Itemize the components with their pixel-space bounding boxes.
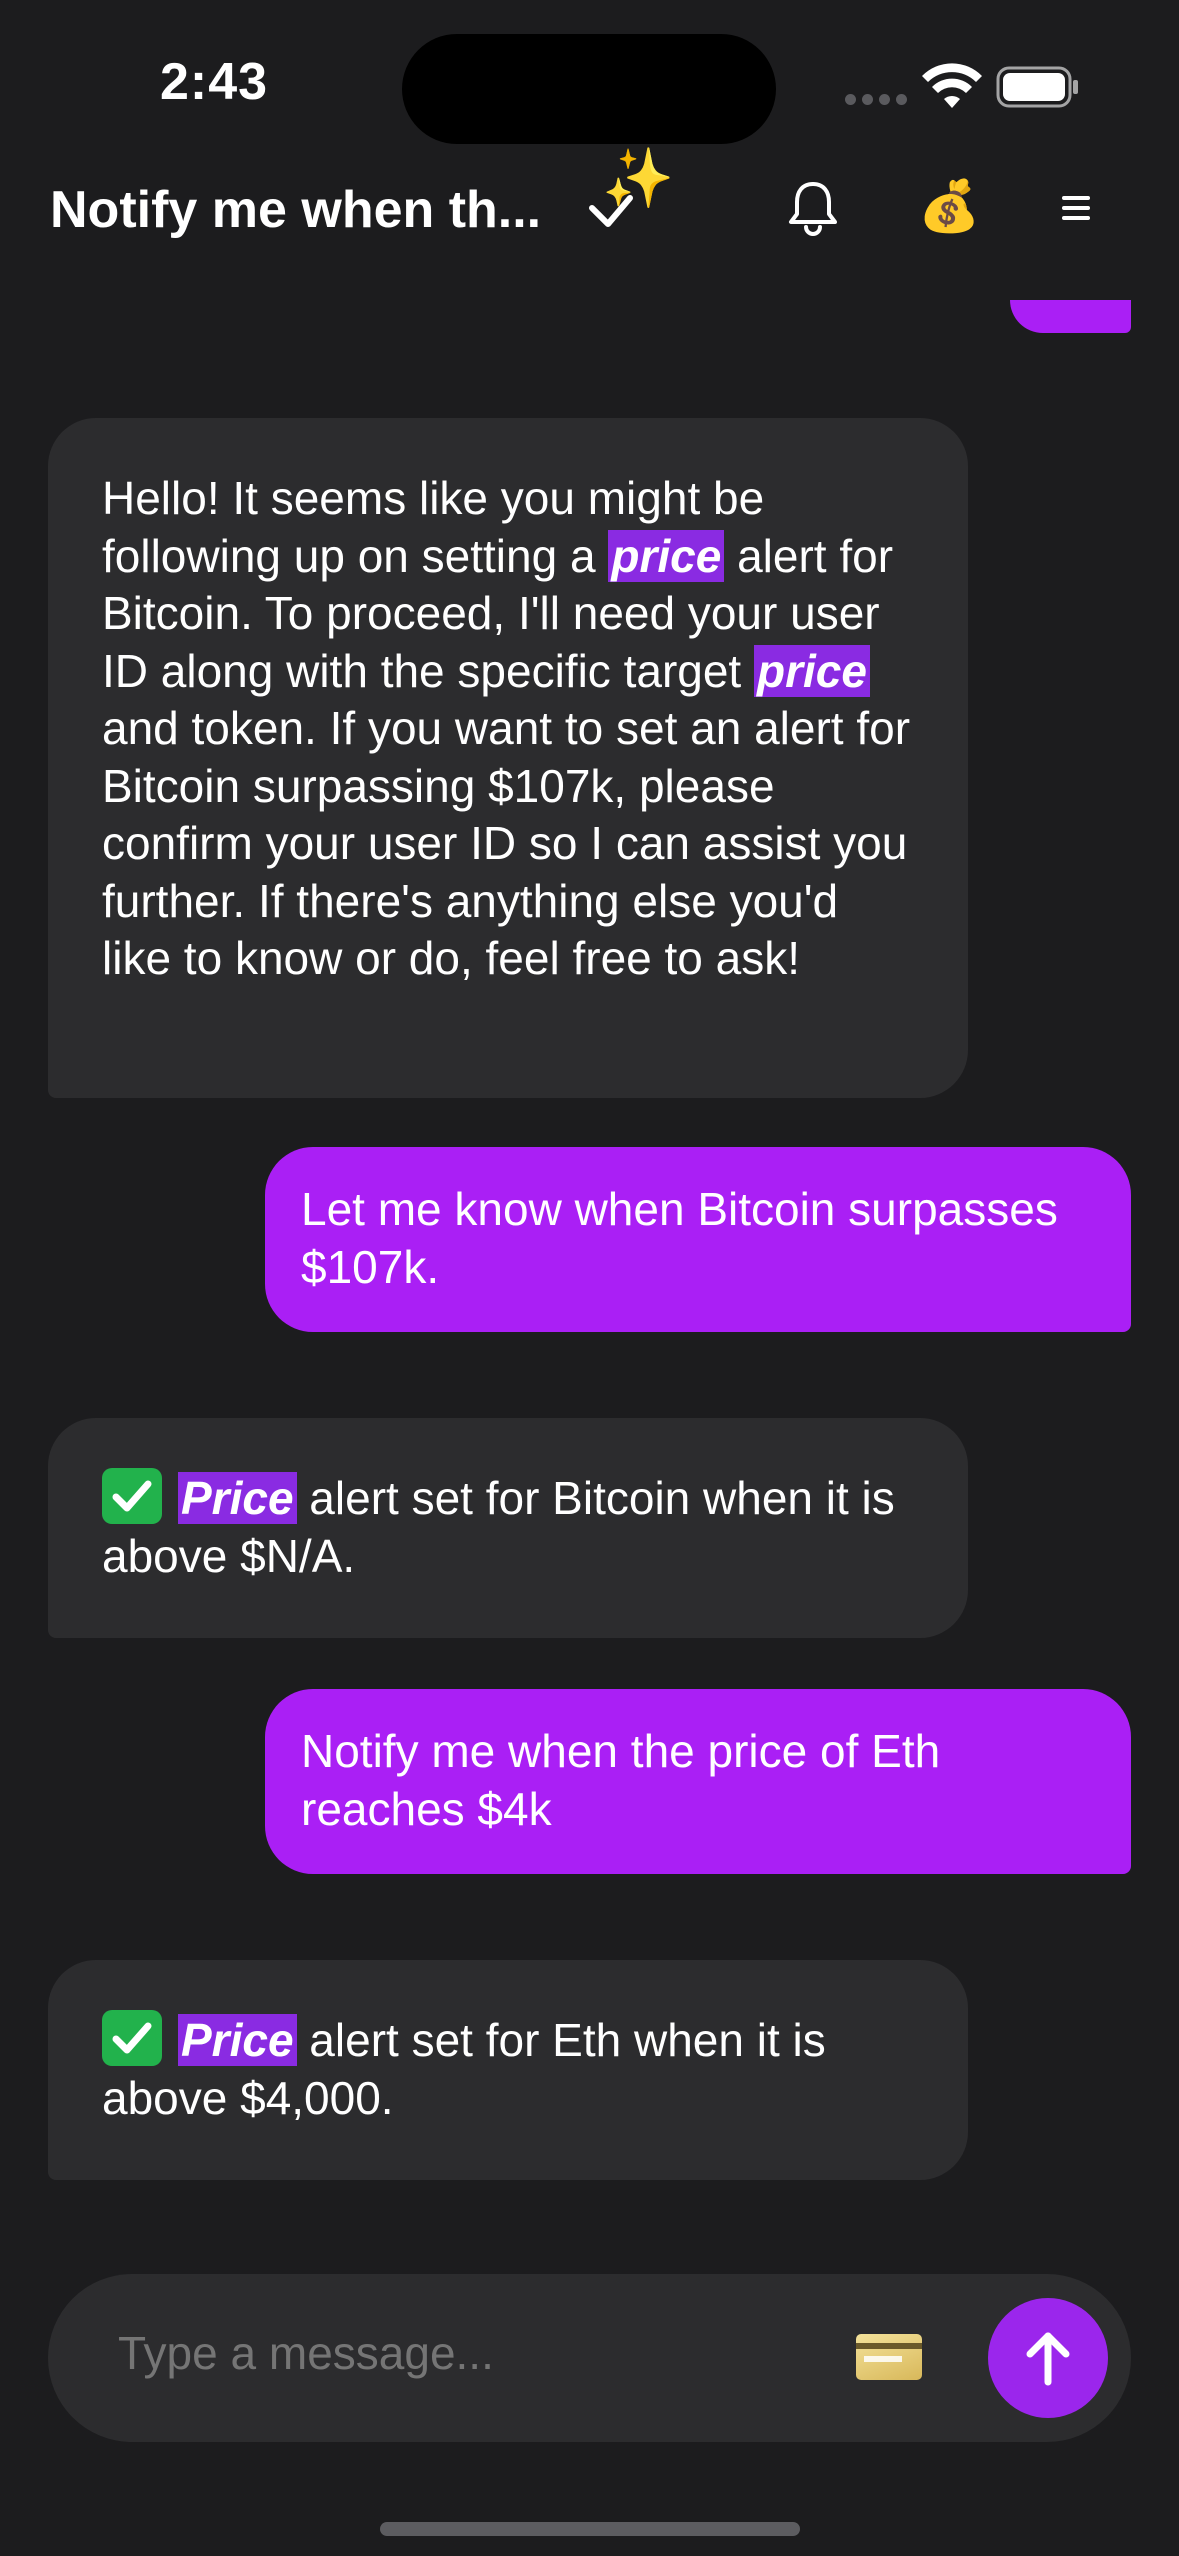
highlighted-keyword: Price (178, 2014, 297, 2066)
home-indicator (380, 2522, 800, 2536)
credit-card-icon[interactable] (856, 2334, 922, 2380)
status-time: 2:43 (160, 53, 269, 111)
bell-icon[interactable] (783, 178, 843, 238)
money-bag-icon[interactable]: 💰 (918, 176, 980, 236)
highlighted-keyword: Price (178, 1472, 297, 1524)
user-message: Let me know when Bitcoin surpasses $107k… (265, 1147, 1131, 1332)
chat-title[interactable]: Notify me when th... (50, 180, 541, 240)
battery-icon (996, 66, 1078, 108)
message-text: and token. If you want to set an alert f… (102, 702, 911, 984)
user-message-text: Notify me when the price of Eth reaches … (301, 1725, 941, 1835)
cellular-signal-icon (845, 94, 907, 108)
checkmark-icon (102, 2010, 162, 2066)
message-input[interactable] (118, 2326, 818, 2380)
assistant-message: Price alert set for Bitcoin when it is a… (48, 1418, 968, 1638)
assistant-message: Price alert set for Eth when it is above… (48, 1960, 968, 2180)
status-bar: 2:43 (0, 0, 1179, 150)
highlighted-keyword: price (608, 529, 725, 582)
arrow-up-icon (1026, 2332, 1070, 2386)
user-message-text: Let me know when Bitcoin surpasses $107k… (301, 1183, 1058, 1293)
assistant-message: Hello! It seems like you might be follow… (48, 418, 968, 1098)
send-button[interactable] (988, 2298, 1108, 2418)
menu-icon[interactable] (1058, 188, 1094, 228)
dynamic-island (402, 34, 776, 144)
user-message: Notify me when the price of Eth reaches … (265, 1689, 1131, 1874)
checkmark-icon (102, 1468, 162, 1524)
sparkles-icon: ✨ (602, 146, 675, 211)
highlighted-keyword: price (754, 644, 870, 697)
wifi-icon (922, 63, 982, 108)
message-composer (48, 2274, 1131, 2442)
previous-user-message-fragment (1010, 300, 1131, 333)
